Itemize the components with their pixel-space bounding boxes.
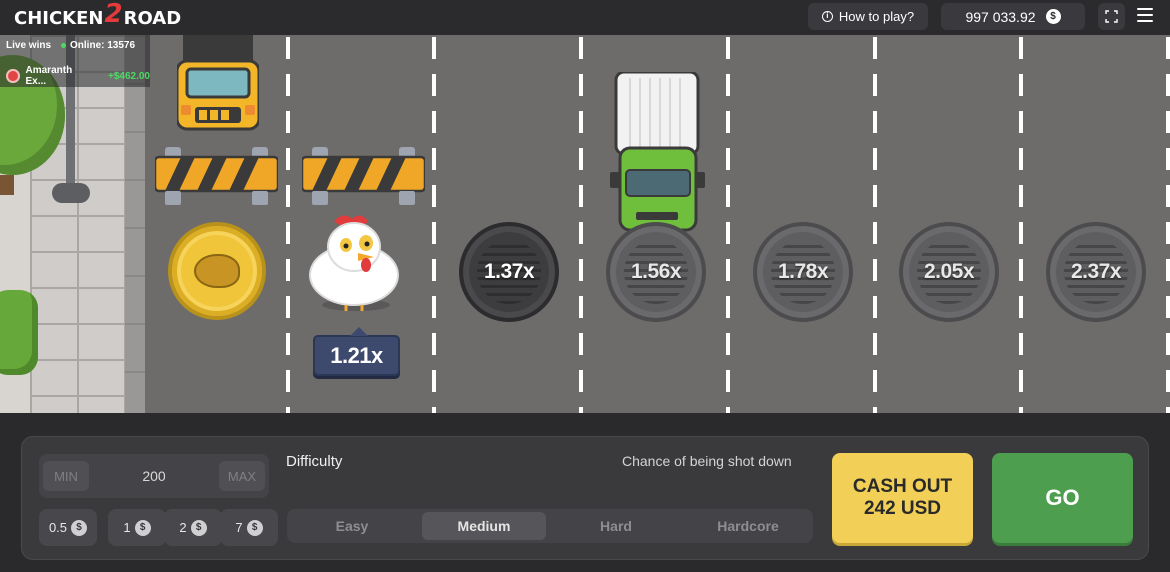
lane-divider — [1166, 35, 1170, 413]
online-count: Online: 13576 — [61, 40, 135, 51]
max-bet-button[interactable]: MAX — [219, 461, 265, 491]
game-scene: 1.21x 1.37x 1.56x 1.78x 2.05x 2.37x — [0, 35, 1170, 413]
live-win-entry: Amaranth Ex... +$462.00 — [6, 65, 150, 87]
cash-out-amount: 242 USD — [863, 498, 942, 519]
delivery-truck-icon — [610, 72, 705, 232]
chance-label: Chance of being shot down — [622, 453, 792, 469]
lane-multiplier: 2.05x — [923, 260, 975, 283]
lane-multiplier: 2.37x — [1070, 260, 1122, 283]
dollar-coin-icon: $ — [1045, 9, 1061, 24]
chicken-icon — [309, 215, 399, 311]
lane-divider — [432, 35, 436, 413]
quick-bet-label: 7 — [235, 520, 243, 535]
manhole-lane-2[interactable]: 1.56x — [606, 222, 706, 322]
lane-multiplier: 1.78x — [777, 260, 829, 283]
bush-icon — [0, 290, 38, 375]
online-dot-icon — [61, 43, 67, 48]
bet-amount-input[interactable]: 200 — [99, 454, 209, 498]
lane-multiplier: 1.56x — [630, 260, 682, 283]
current-multiplier-tag: 1.21x — [313, 327, 400, 376]
sidewalk — [0, 35, 145, 413]
logo-text-right: ROAD — [123, 7, 182, 29]
dollar-coin-icon: $ — [134, 519, 151, 536]
how-to-play-label: How to play? — [838, 9, 915, 24]
difficulty-label: Difficulty — [286, 453, 343, 470]
fullscreen-button[interactable] — [1098, 3, 1125, 30]
dollar-coin-icon: $ — [190, 519, 207, 536]
cash-out-label: CASH OUT — [852, 476, 953, 497]
difficulty-hardcore[interactable]: Hardcore — [686, 512, 810, 540]
live-wins-header: Live wins Online: 13576 — [6, 40, 135, 51]
manhole-lane-3[interactable]: 1.78x — [753, 222, 853, 322]
lane-multiplier: 1.37x — [483, 260, 535, 283]
manhole-lane-1[interactable]: 1.37x — [459, 222, 559, 322]
game-logo: CHICKEN 2 ROAD — [14, 0, 182, 30]
yellow-truck-icon — [177, 35, 259, 131]
difficulty-hard[interactable]: Hard — [554, 512, 678, 540]
control-panel: MIN 200 MAX 0.5 $ 1 $ 2 $ 7 $ Difficulty… — [21, 436, 1149, 560]
quick-bet-button[interactable]: 1 $ — [108, 509, 166, 546]
live-wins-panel: Live wins Online: 13576 Amaranth Ex... +… — [0, 35, 150, 87]
logo-text-left: CHICKEN — [14, 7, 104, 29]
go-button[interactable]: GO — [992, 453, 1133, 543]
manhole-lane-5[interactable]: 2.37x — [1046, 222, 1146, 322]
balance-display: 997 033.92 $ — [941, 3, 1085, 30]
quick-bet-button[interactable]: 2 $ — [164, 509, 222, 546]
difficulty-selector: Easy Medium Hard Hardcore — [287, 509, 813, 543]
quick-bet-button[interactable]: 0.5 $ — [39, 509, 97, 546]
info-icon: i — [821, 11, 833, 22]
manhole-lane-4[interactable]: 2.05x — [899, 222, 999, 322]
road-barrier-icon — [155, 147, 278, 205]
gold-coin-icon — [168, 222, 266, 320]
top-bar: CHICKEN 2 ROAD i How to play? 997 033.92… — [0, 0, 1170, 35]
game-app: CHICKEN 2 ROAD i How to play? 997 033.92… — [0, 0, 1170, 572]
dollar-coin-icon: $ — [246, 519, 263, 536]
avatar — [6, 69, 20, 83]
min-bet-button[interactable]: MIN — [43, 461, 89, 491]
how-to-play-button[interactable]: i How to play? — [808, 3, 928, 30]
quick-bet-button[interactable]: 7 $ — [220, 509, 278, 546]
quick-bet-label: 1 — [123, 520, 131, 535]
win-amount: +$462.00 — [108, 70, 150, 82]
difficulty-medium[interactable]: Medium — [422, 512, 546, 540]
difficulty-easy[interactable]: Easy — [290, 512, 414, 540]
lane-divider — [286, 35, 290, 413]
quick-bet-label: 0.5 — [48, 520, 68, 535]
tree-trunk — [0, 175, 14, 195]
lane-divider — [873, 35, 877, 413]
lamp-base — [52, 183, 90, 203]
online-count-text: Online: 13576 — [70, 40, 136, 51]
hamburger-menu-button[interactable] — [1137, 8, 1153, 24]
lane-divider — [579, 35, 583, 413]
curb — [125, 35, 145, 413]
dollar-coin-icon: $ — [71, 519, 88, 536]
bet-amount-control: MIN 200 MAX — [39, 454, 269, 498]
lane-divider — [726, 35, 730, 413]
balance-value: 997 033.92 — [965, 8, 1036, 25]
road-barrier-icon — [302, 147, 425, 205]
roast-chicken-icon — [194, 254, 240, 288]
quick-bet-label: 2 — [179, 520, 187, 535]
live-wins-label: Live wins — [6, 40, 52, 51]
logo-text-mid: 2 — [104, 0, 123, 29]
lane-divider — [1019, 35, 1023, 413]
fullscreen-icon — [1105, 10, 1118, 23]
winner-name: Amaranth Ex... — [25, 65, 73, 87]
cash-out-button[interactable]: CASH OUT 242 USD — [832, 453, 973, 543]
